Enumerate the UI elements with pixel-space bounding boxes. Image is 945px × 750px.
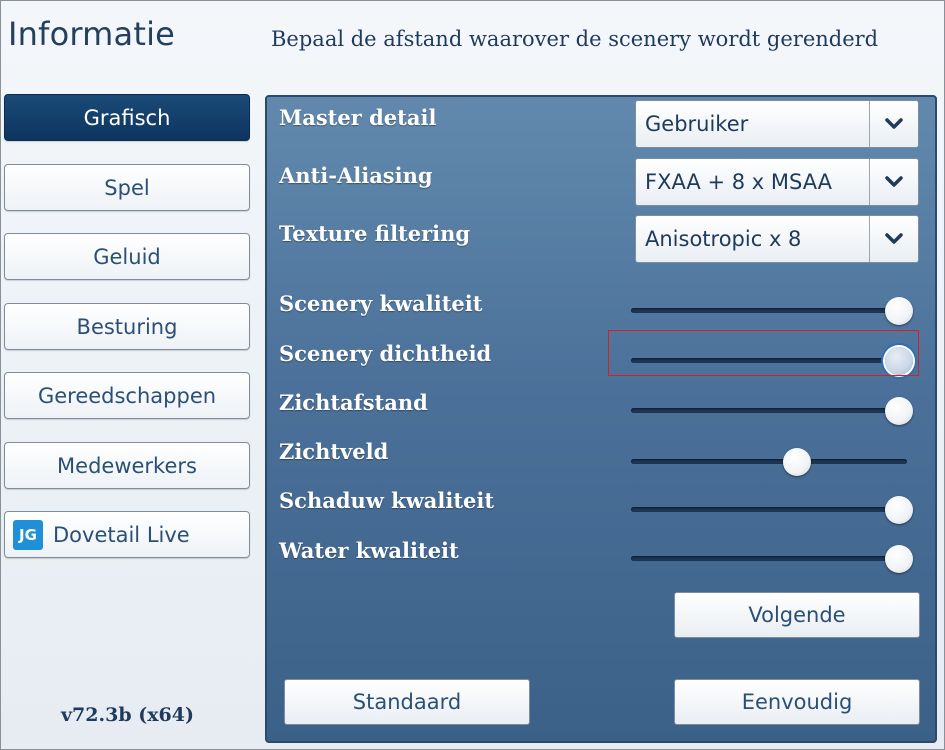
water-quality-slider[interactable] bbox=[631, 556, 907, 561]
shadow-quality-slider[interactable] bbox=[631, 507, 907, 512]
nav-besturing-button[interactable]: Besturing bbox=[4, 303, 250, 350]
slider-thumb[interactable] bbox=[885, 495, 913, 524]
nav-dovetail-live-button[interactable]: JG Dovetail Live bbox=[4, 511, 250, 558]
nav-label: Geluid bbox=[93, 244, 161, 269]
view-distance-slider[interactable] bbox=[631, 408, 907, 413]
field-of-view-slider[interactable] bbox=[631, 459, 907, 464]
scenery-density-label: Scenery dichtheid bbox=[279, 341, 492, 366]
scenery-quality-slider[interactable] bbox=[631, 308, 907, 313]
next-button[interactable]: Volgende bbox=[674, 592, 920, 638]
dovetail-live-logo-icon: JG bbox=[13, 519, 43, 550]
nav-label: Dovetail Live bbox=[53, 522, 190, 547]
slider-thumb[interactable] bbox=[885, 296, 913, 325]
nav-gereedschappen-button[interactable]: Gereedschappen bbox=[4, 372, 250, 419]
select-value: Anisotropic x 8 bbox=[645, 227, 802, 251]
slider-thumb[interactable] bbox=[885, 396, 913, 425]
master-detail-label: Master detail bbox=[279, 105, 437, 130]
slider-thumb[interactable] bbox=[783, 447, 812, 476]
nav-label: Grafisch bbox=[83, 105, 171, 130]
chevron-down-icon[interactable] bbox=[869, 101, 918, 147]
nav-geluid-button[interactable]: Geluid bbox=[4, 233, 250, 280]
nav-spel-button[interactable]: Spel bbox=[4, 164, 250, 211]
anti-aliasing-label: Anti-Aliasing bbox=[279, 163, 433, 188]
chevron-down-icon[interactable] bbox=[869, 159, 918, 205]
page-title: Informatie bbox=[8, 15, 176, 53]
slider-thumb[interactable] bbox=[885, 544, 913, 573]
nav-label: Gereedschappen bbox=[37, 383, 217, 408]
master-detail-select[interactable]: Gebruiker bbox=[635, 100, 919, 148]
simple-button[interactable]: Eenvoudig bbox=[674, 679, 920, 725]
nav-label: Medewerkers bbox=[57, 453, 197, 478]
shadow-quality-label: Schaduw kwaliteit bbox=[279, 488, 495, 513]
texture-filtering-label: Texture filtering bbox=[279, 221, 471, 246]
focus-highlight-box bbox=[608, 330, 919, 376]
texture-filtering-select[interactable]: Anisotropic x 8 bbox=[635, 215, 919, 263]
field-of-view-label: Zichtveld bbox=[279, 439, 389, 464]
water-quality-label: Water kwaliteit bbox=[279, 538, 459, 563]
setting-description: Bepaal de afstand waarover de scenery wo… bbox=[271, 27, 879, 51]
version-label: v72.3b (x64) bbox=[61, 704, 194, 726]
nav-label: Besturing bbox=[76, 314, 178, 339]
nav-label: Spel bbox=[104, 175, 150, 200]
scenery-quality-label: Scenery kwaliteit bbox=[279, 291, 483, 316]
anti-aliasing-select[interactable]: FXAA + 8 x MSAA bbox=[635, 158, 919, 206]
chevron-down-icon[interactable] bbox=[869, 216, 918, 262]
view-distance-label: Zichtafstand bbox=[279, 390, 428, 415]
select-value: Gebruiker bbox=[645, 112, 749, 136]
select-value: FXAA + 8 x MSAA bbox=[645, 170, 833, 194]
default-button[interactable]: Standaard bbox=[284, 679, 530, 725]
settings-panel: Master detail Gebruiker Anti-Aliasing FX… bbox=[265, 95, 937, 743]
nav-grafisch-button[interactable]: Grafisch bbox=[4, 94, 250, 141]
nav-medewerkers-button[interactable]: Medewerkers bbox=[4, 442, 250, 489]
